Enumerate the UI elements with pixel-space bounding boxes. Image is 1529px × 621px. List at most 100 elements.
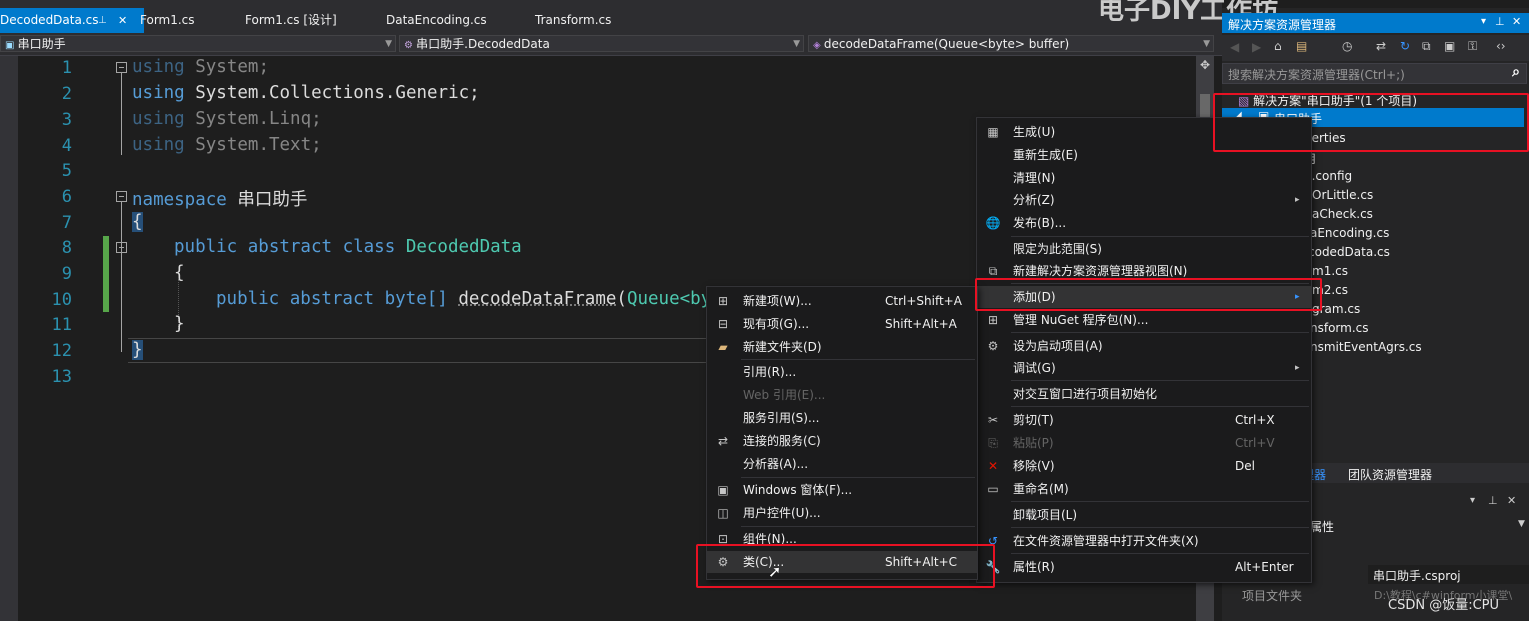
menu-item-rename[interactable]: ▭ 重命名(M) [977,478,1311,500]
code-line-6: namespace 串口助手 [132,186,307,211]
watermark-top: 电子DIY工作坊 [1090,0,1529,26]
submenu-item-existing-item[interactable]: ⊟ 现有项(G)... Shift+Alt+A [707,313,977,335]
fold-line [121,73,122,155]
tab-label: DataEncoding.cs [386,13,487,27]
menu-item-clean[interactable]: 清理(N) [977,167,1311,189]
collapse-all-icon[interactable]: ⧉ [1422,39,1431,54]
solution-search-input[interactable]: 搜索解决方案资源管理器(Ctrl+;) ⌕ [1222,63,1527,84]
menu-label: 生成(U) [1013,125,1056,139]
tree-node[interactable]: m1.cs [1312,264,1348,278]
menu-label: 分析(Z) [1013,193,1055,207]
submenu-arrow-icon: ▸ [1295,195,1300,205]
pin-icon[interactable]: ⊥ [98,8,107,33]
menu-item-publish[interactable]: 🌐 发布(B)... [977,212,1311,234]
tab-label: Form1.cs [设计] [245,13,337,27]
class-dropdown[interactable]: ⚙ 串口助手.DecodedData ▼ [399,35,804,52]
tab-team-explorer[interactable]: 团队资源管理器 [1348,466,1432,483]
tree-node[interactable]: codedData.cs [1308,245,1390,259]
tree-node[interactable]: nsmitEventAgrs.cs [1310,340,1422,354]
tab-form1[interactable]: Form1.cs [140,8,195,33]
menu-item-properties[interactable]: 🔧 属性(R) Alt+Enter [977,556,1311,578]
menu-separator [1011,527,1309,528]
menu-label: 粘贴(P) [1013,436,1054,450]
menu-item-nuget[interactable]: ⊞ 管理 NuGet 程序包(N)... [977,309,1311,331]
show-all-files-icon[interactable]: ▣ [1444,39,1455,53]
menu-item-analyze[interactable]: 分析(Z) ▸ [977,189,1311,211]
param-type: Queue<by [626,289,712,309]
dropdown-icon[interactable]: ▾ [1470,495,1475,506]
fold-toggle[interactable] [116,191,127,202]
forward-icon[interactable]: ▶ [1252,40,1261,54]
submenu-arrow-icon: ▸ [1295,363,1300,373]
menu-label: 服务引用(S)... [743,411,820,425]
home-icon[interactable]: ⌂ [1274,39,1282,53]
submenu-item-reference[interactable]: 引用(R)... [707,361,977,383]
submenu-item-service-reference[interactable]: 服务引用(S)... [707,407,977,429]
dropdown-icon[interactable]: ▾ [1481,16,1486,27]
fold-toggle[interactable] [116,62,127,73]
submenu-item-analyzer[interactable]: 分析器(A)... [707,453,977,475]
menu-label: 卸载项目(L) [1013,508,1078,522]
menu-item-cut[interactable]: ✂ 剪切(T) Ctrl+X [977,409,1311,431]
tree-node[interactable]: OrLittle.cs [1312,188,1373,202]
code-line-11: } [174,314,185,334]
search-icon[interactable]: ⌕ [1512,64,1520,80]
tab-transform[interactable]: Transform.cs [535,8,611,33]
menu-separator [1011,332,1309,333]
submenu-item-new-item[interactable]: ⊞ 新建项(W)... Ctrl+Shift+A [707,290,977,312]
menu-label: 新建文件夹(D) [743,340,822,354]
menu-label: 连接的服务(C) [743,434,821,448]
tree-node[interactable]: nsform.cs [1310,321,1369,335]
submenu-item-new-folder[interactable]: ▰ 新建文件夹(D) [707,336,977,358]
close-icon[interactable]: ✕ [1512,15,1521,28]
keyword: using [132,135,185,155]
close-icon[interactable]: ✕ [1507,494,1516,507]
submenu-item-user-control[interactable]: ◫ 用户控件(U)... [707,502,977,524]
menu-item-debug[interactable]: 调试(G) ▸ [977,357,1311,379]
menu-label: 引用(R)... [743,365,797,379]
line-number: 1 [61,58,72,78]
code-view-icon[interactable]: ‹› [1496,39,1506,53]
history-icon[interactable]: ◷ [1342,39,1352,53]
chevron-down-icon[interactable]: ▼ [1518,519,1525,529]
back-icon[interactable]: ◀ [1230,40,1239,54]
tab-decodeddata[interactable]: DecodedData.cs ⊥ ✕ [0,8,144,33]
add-submenu: ⊞ 新建项(W)... Ctrl+Shift+A ⊟ 现有项(G)... Shift+A… [706,286,978,580]
menu-item-unload[interactable]: 卸载项目(L) [977,504,1311,526]
tree-node[interactable]: aCheck.cs [1312,207,1373,221]
menu-item-interactive-init[interactable]: 对交互窗口进行项目初始化 [977,383,1311,405]
menu-separator [1011,553,1309,554]
method-name: decodeDataFrame [458,289,617,309]
submenu-item-windows-form[interactable]: ▣ Windows 窗体(F)... [707,479,977,501]
properties-icon[interactable]: ⚿ [1468,39,1477,54]
menu-item-paste[interactable]: ⎘ 粘贴(P) Ctrl+V [977,432,1311,454]
project-dropdown[interactable]: ▣ 串口助手 ▼ [0,35,396,52]
menu-label: 对交互窗口进行项目初始化 [1013,387,1158,401]
menu-item-open-folder[interactable]: ↺ 在文件资源管理器中打开文件夹(X) [977,530,1311,552]
line-number: 13 [51,367,72,387]
pin-icon[interactable]: ⊥ [1488,494,1498,507]
tree-node[interactable]: aEncoding.cs [1310,226,1389,240]
code-line-8: public abstract class DecodedData [174,237,522,257]
tab-form1-design[interactable]: Form1.cs [设计] [245,8,337,33]
return-type: byte[] [384,289,448,309]
menu-item-scope[interactable]: 限定为此范围(S) [977,238,1311,260]
menu-label: 移除(V) [1013,459,1055,473]
submenu-item-connected-service[interactable]: ⇄ 连接的服务(C) [707,430,977,452]
line-number: 9 [61,264,72,284]
split-icon[interactable]: ✥ [1200,58,1210,72]
menu-item-remove[interactable]: ✕ 移除(V) Del [977,455,1311,477]
refresh-icon[interactable]: ↻ [1400,39,1410,53]
sync-icon[interactable]: ⇄ [1376,39,1386,53]
member-dropdown[interactable]: ◈ decodeDataFrame(Queue<byte> buffer) ▼ [808,35,1214,52]
menu-label: 新建项(W)... [743,294,812,308]
namespace-ref: System.Linq; [195,109,322,129]
tab-dataencoding[interactable]: DataEncoding.cs [386,8,487,33]
close-icon[interactable]: ✕ [118,8,127,33]
switch-views-icon[interactable]: ▤ [1296,39,1307,53]
submenu-item-web-reference[interactable]: Web 引用(E)... [707,384,977,406]
paren: ( [616,289,627,309]
menu-item-set-startup[interactable]: ⚙ 设为启动项目(A) [977,335,1311,357]
keyword: using [132,57,185,77]
pin-icon[interactable]: ⊥ [1495,15,1505,28]
